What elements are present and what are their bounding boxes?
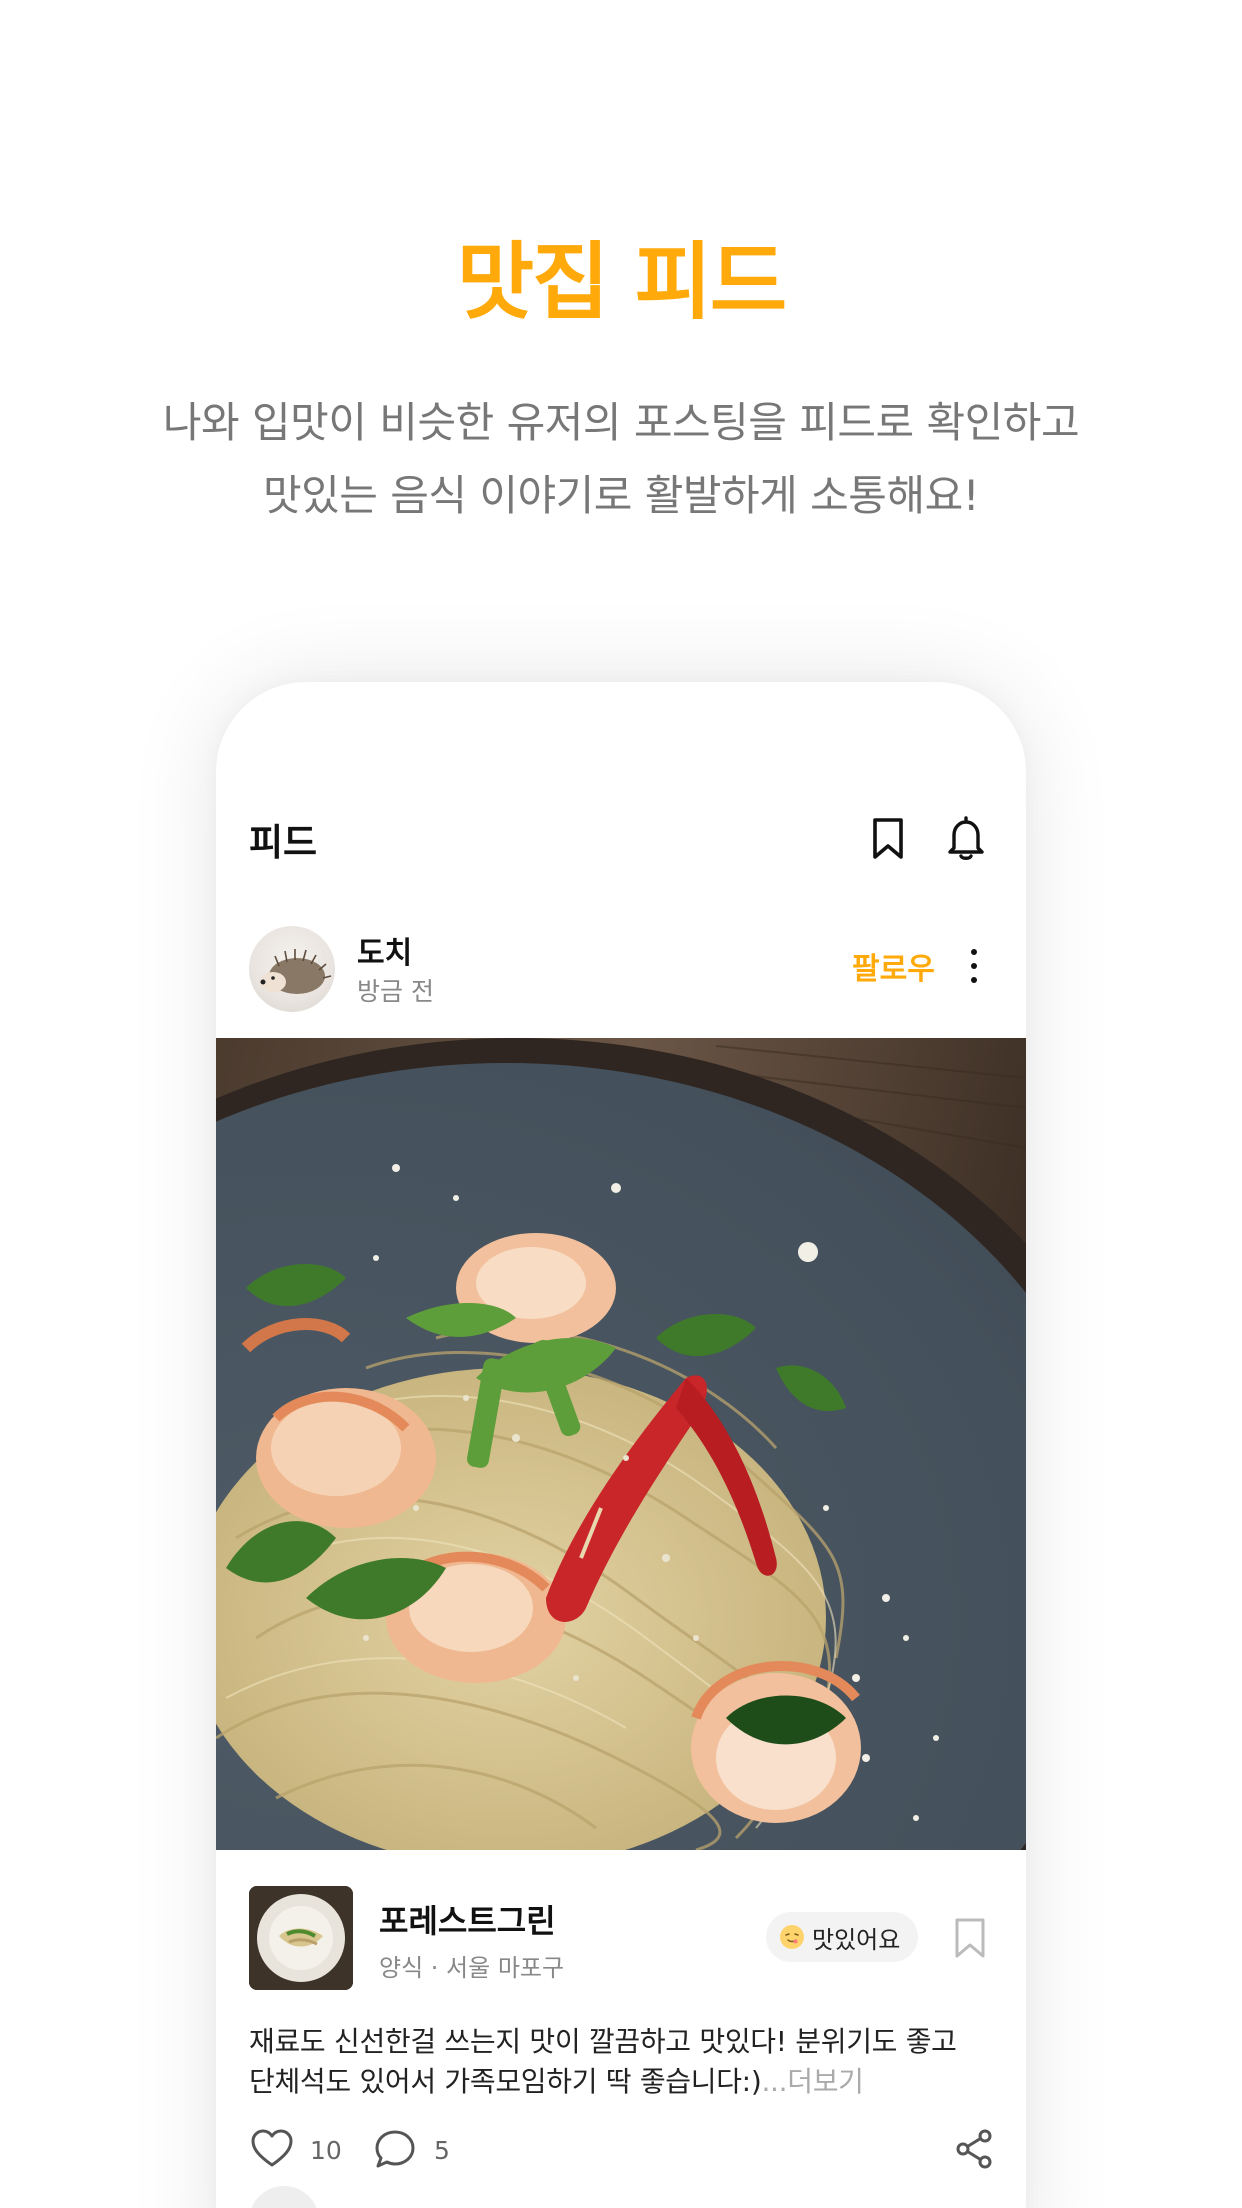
restaurant-name[interactable]: 포레스트그린 [379, 1896, 556, 1942]
screen: 맛집 피드 나와 입맛이 비슷한 유저의 포스팅을 피드로 확인하고 맛있는 음… [0, 0, 1242, 2208]
restaurant-meta: 양식 · 서울 마포구 [379, 1954, 565, 1982]
post-photo[interactable] [216, 1038, 1026, 1850]
more-options-icon[interactable] [962, 942, 986, 990]
taste-badge: 맛있어요 [766, 1912, 919, 1962]
app-header: 피드 [216, 790, 1026, 886]
hero-title: 맛집 피드 [456, 233, 787, 331]
caption-line1: 재료도 신선한걸 쓰는지 맛이 깔끔하고 맛있다! 분위기도 좋고 [249, 2025, 957, 2058]
follow-button[interactable]: 팔로우 [852, 944, 935, 988]
bell-icon[interactable] [940, 812, 992, 864]
post-header: 도치 방금 전 팔로우 [216, 920, 1026, 1018]
restaurant-thumbnail-image [249, 1886, 353, 1990]
share-icon[interactable] [951, 2126, 997, 2172]
taste-label: 맛있어요 [812, 1925, 901, 1954]
caption-line2: 단체석도 있어서 가족모임하기 딱 좋습니다:) [249, 2065, 762, 2098]
bookmark-icon[interactable] [862, 812, 914, 864]
pasta-photo [216, 1038, 1026, 1850]
post-timestamp: 방금 전 [357, 977, 434, 1006]
like-count: 10 [310, 2136, 342, 2165]
post-caption: 재료도 신선한걸 쓰는지 맛이 깔끔하고 맛있다! 분위기도 좋고 단체석도 있… [249, 2022, 999, 2102]
post-actions: 10 5 [216, 2118, 1026, 2178]
next-post-avatar[interactable] [249, 2186, 319, 2208]
bookmark-icon[interactable] [948, 1914, 992, 1962]
more-link[interactable]: ...더보기 [761, 2065, 863, 2098]
hedgehog-avatar-icon [260, 949, 332, 994]
restaurant-thumbnail[interactable] [249, 1886, 353, 1990]
hero-subtitle-line1: 나와 입맛이 비슷한 유저의 포스팅을 피드로 확인하고 [162, 398, 1080, 447]
hero-subtitle: 나와 입맛이 비슷한 유저의 포스팅을 피드로 확인하고 맛있는 음식 이야기로… [0, 386, 1242, 532]
restaurant-card[interactable]: 포레스트그린 양식 · 서울 마포구 맛있어요 [216, 1886, 1026, 1996]
comment-icon[interactable] [372, 2126, 418, 2172]
phone-mockup: 피드 도치 방금 전 팔로우 포레스트그린 양식 · 서울 마포구 맛있어요 재… [216, 682, 1026, 2208]
yummy-emoji-icon [780, 1925, 804, 1949]
hero-subtitle-line2: 맛있는 음식 이야기로 활발하게 소통해요! [262, 471, 980, 520]
comment-count: 5 [434, 2136, 450, 2165]
heart-icon[interactable] [249, 2126, 295, 2172]
avatar[interactable] [249, 926, 335, 1012]
username[interactable]: 도치 [357, 928, 412, 972]
page-title: 피드 [249, 821, 318, 864]
